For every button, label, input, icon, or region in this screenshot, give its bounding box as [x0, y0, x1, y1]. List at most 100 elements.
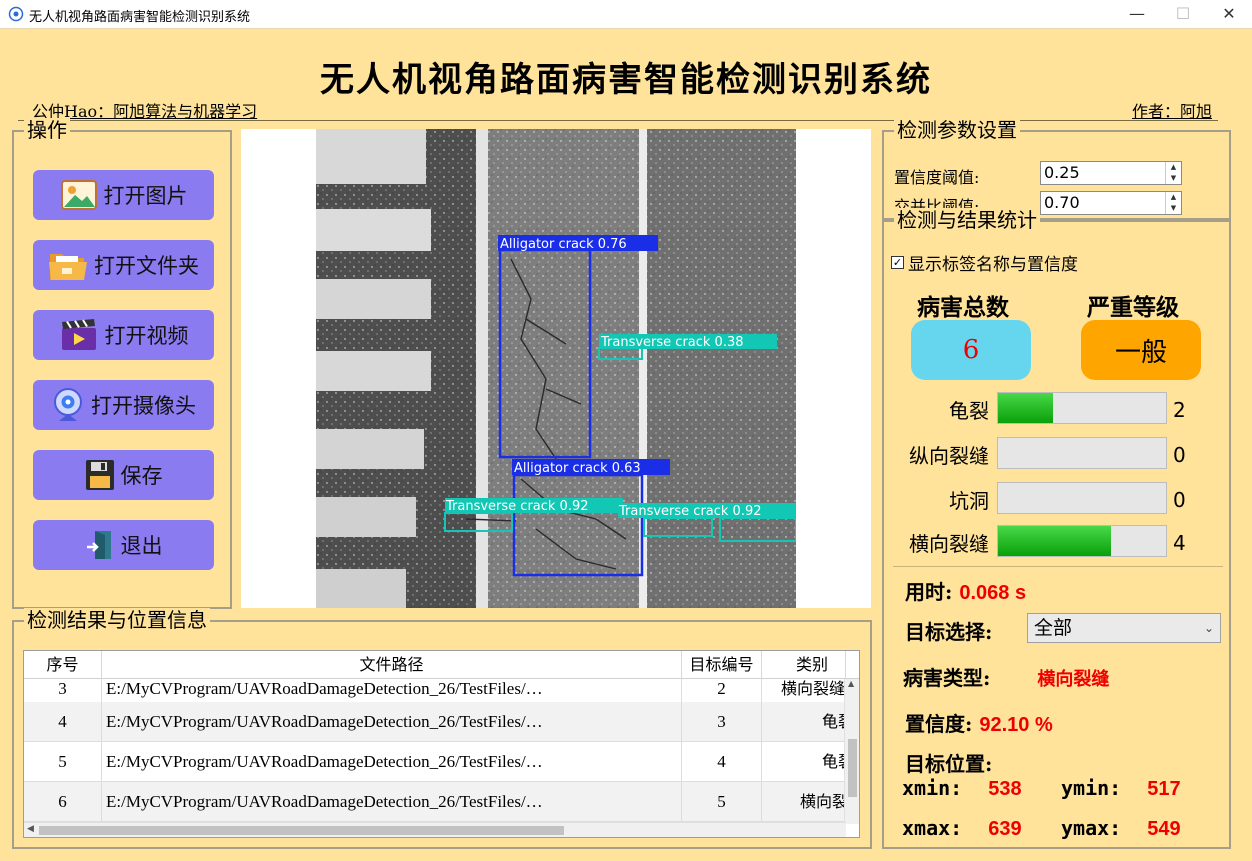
- class-progress-bar: [997, 482, 1167, 514]
- maximize-button[interactable]: ☐: [1160, 2, 1206, 26]
- xmin-value: 538: [988, 778, 1022, 800]
- stats-group-label: 检测与结果统计: [894, 208, 1040, 232]
- class-name: 横向裂缝: [909, 532, 989, 556]
- table-row[interactable]: 4 E:/MyCVProgram/UAVRoadDamageDetection_…: [24, 702, 846, 742]
- scroll-thumb[interactable]: [39, 826, 564, 835]
- cell-class: 龟裂: [762, 702, 846, 742]
- class-progress-fill: [998, 393, 1054, 423]
- results-table[interactable]: 3 E:/MyCVProgram/UAVRoadDamageDetection_…: [23, 650, 860, 838]
- table-row[interactable]: 5 E:/MyCVProgram/UAVRoadDamageDetection_…: [24, 742, 846, 782]
- class-name: 纵向裂缝: [909, 444, 989, 468]
- minimize-button[interactable]: —: [1114, 2, 1160, 26]
- conf-threshold-spinbox[interactable]: 0.25 ▲ ▼: [1040, 161, 1182, 185]
- exit-door-icon: [86, 531, 111, 559]
- time-value: 0.068 s: [959, 582, 1027, 604]
- column-header[interactable]: 文件路径: [102, 651, 682, 679]
- cell-class: 横向裂缝: [762, 782, 846, 822]
- conf-threshold-label: 置信度阈值:: [894, 168, 980, 187]
- open-folder-label: 打开文件夹: [94, 254, 199, 278]
- show-labels-text: 显示标签名称与置信度: [908, 255, 1078, 275]
- ymin-value: 517: [1147, 778, 1181, 800]
- operations-group: 操作 打开图片 打开文件夹 打开视频 打开摄像头 保存 退出: [12, 118, 232, 609]
- column-header[interactable]: 序号: [24, 651, 102, 679]
- iou-threshold-value: 0.70: [1044, 193, 1080, 212]
- exit-button[interactable]: 退出: [33, 520, 214, 570]
- open-video-label: 打开视频: [104, 324, 189, 348]
- target-select-dropdown[interactable]: 全部 ⌄: [1027, 613, 1221, 643]
- webcam-icon: [54, 388, 82, 421]
- save-button[interactable]: 保存: [33, 450, 214, 500]
- ymax-label: ymax:: [1061, 816, 1122, 840]
- class-name: 坑洞: [949, 489, 989, 513]
- cell-path: E:/MyCVProgram/UAVRoadDamageDetection_26…: [102, 782, 682, 822]
- time-row: 用时: 0.068 s: [905, 576, 1026, 605]
- scroll-left-icon[interactable]: ◀: [27, 824, 34, 834]
- time-label: 用时:: [905, 580, 953, 604]
- horizontal-scrollbar[interactable]: ◀: [24, 822, 846, 837]
- class-progress-bar: [997, 437, 1167, 469]
- close-button[interactable]: ✕: [1206, 2, 1252, 26]
- column-header[interactable]: 目标编号: [682, 651, 762, 679]
- position-label: 目标位置:: [905, 752, 993, 776]
- checkbox-checked-icon[interactable]: ✓: [891, 256, 904, 269]
- class-count: 2: [1173, 398, 1186, 422]
- type-label: 病害类型:: [903, 666, 991, 690]
- cell-target: 3: [682, 702, 762, 742]
- exit-label: 退出: [120, 534, 163, 558]
- author-note: 作者：阿旭: [1131, 102, 1212, 121]
- folder-icon: [49, 254, 87, 280]
- show-labels-checkbox[interactable]: ✓ 显示标签名称与置信度: [891, 250, 1078, 275]
- scroll-thumb[interactable]: [848, 739, 857, 797]
- total-count-badge: 6: [911, 320, 1031, 380]
- open-video-button[interactable]: 打开视频: [33, 310, 214, 360]
- class-count: 4: [1173, 531, 1186, 555]
- xmax-value: 639: [988, 818, 1022, 840]
- spin-arrows-icon[interactable]: ▲ ▼: [1165, 162, 1181, 184]
- class-progress-bar: [997, 525, 1167, 557]
- image-icon: [60, 180, 97, 210]
- detection-label: Transverse crack 0.38: [600, 335, 744, 350]
- column-header[interactable]: 类别: [762, 651, 846, 679]
- ymax-row: ymax: 549: [1061, 816, 1181, 841]
- vertical-scrollbar[interactable]: ▲: [844, 679, 859, 824]
- total-label: 病害总数: [917, 294, 1009, 321]
- confidence-value: 92.10 %: [979, 714, 1053, 736]
- open-camera-button[interactable]: 打开摄像头: [33, 380, 214, 430]
- image-display: Alligator crack 0.76 Transverse crack 0.…: [241, 129, 871, 608]
- table-row[interactable]: 6 E:/MyCVProgram/UAVRoadDamageDetection_…: [24, 782, 846, 822]
- ymin-label: ymin:: [1061, 776, 1122, 800]
- open-image-button[interactable]: 打开图片: [33, 170, 214, 220]
- class-count: 0: [1173, 488, 1186, 512]
- iou-threshold-spinbox[interactable]: 0.70 ▲ ▼: [1040, 191, 1182, 215]
- save-label: 保存: [120, 464, 163, 488]
- severity-value: 一般: [1114, 337, 1167, 368]
- cell-path: E:/MyCVProgram/UAVRoadDamageDetection_26…: [102, 702, 682, 742]
- open-folder-button[interactable]: 打开文件夹: [33, 240, 214, 290]
- detection-label: Transverse crack 0.92: [445, 499, 589, 514]
- class-progress-fill: [998, 526, 1111, 556]
- video-icon: [61, 319, 96, 350]
- road-detection-image: Alligator crack 0.76 Transverse crack 0.…: [316, 129, 796, 608]
- window-titlebar: 无人机视角路面病害智能检测识别系统 — ☐ ✕: [0, 0, 1252, 29]
- params-group-label: 检测参数设置: [894, 118, 1020, 142]
- total-count-value: 6: [962, 335, 980, 365]
- open-camera-label: 打开摄像头: [91, 394, 196, 418]
- conf-threshold-value: 0.25: [1044, 163, 1080, 182]
- stats-divider: [893, 566, 1223, 567]
- cell-target: 5: [682, 782, 762, 822]
- cell-idx: 6: [24, 782, 102, 822]
- xmax-label: xmax:: [902, 816, 963, 840]
- xmax-row: xmax: 639: [902, 816, 1022, 841]
- confidence-label: 置信度:: [905, 712, 973, 736]
- severity-badge: 一般: [1081, 320, 1201, 380]
- xmin-label: xmin:: [902, 776, 963, 800]
- cell-class: 龟裂: [762, 742, 846, 782]
- table-header: 序号 文件路径 目标编号 类别: [24, 651, 859, 679]
- header-divider: [18, 120, 1218, 121]
- spin-arrows-icon[interactable]: ▲ ▼: [1165, 192, 1181, 214]
- cell-idx: 4: [24, 702, 102, 742]
- operations-group-label: 操作: [24, 118, 70, 142]
- ymax-value: 549: [1147, 818, 1181, 840]
- class-count: 0: [1173, 443, 1186, 467]
- scroll-up-icon[interactable]: ▲: [848, 679, 854, 688]
